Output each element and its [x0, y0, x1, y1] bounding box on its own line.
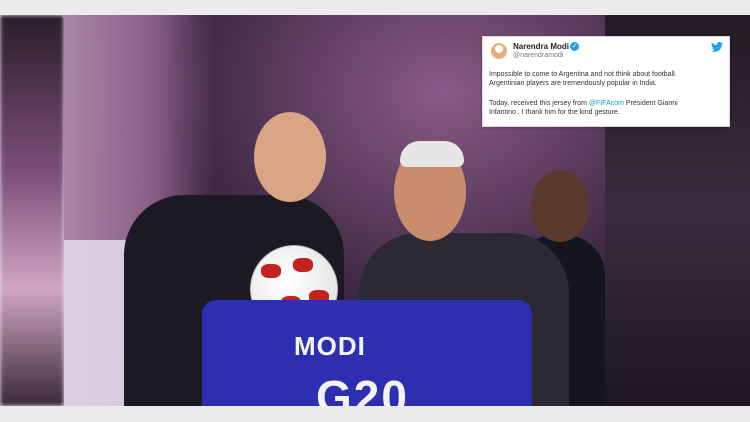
- tweet-text-line2: Argentinian players are tremendously pop…: [489, 80, 657, 87]
- tweet-author[interactable]: Narendra Modi: [513, 42, 569, 51]
- jersey-number: G20: [316, 371, 409, 406]
- tweet-text-line1: Impossible to come to Argentina and not …: [489, 71, 677, 78]
- verified-badge-icon: ✓: [570, 42, 579, 51]
- person-left-head: [254, 112, 326, 202]
- blurred-left-edge: [0, 15, 64, 406]
- person-center-hair: [400, 141, 464, 167]
- jersey-name: MODI: [294, 331, 366, 361]
- tweet-text-line3-prefix: Today, received this jersey from: [489, 100, 589, 107]
- twitter-bird-icon[interactable]: [711, 42, 723, 52]
- tweet-text-line3: Today, received this jersey from @FIFAco…: [489, 99, 678, 108]
- twitter-bird-glyph: [711, 42, 723, 52]
- tweet-text-line3-suffix: President Gianni: [623, 100, 678, 107]
- tweet-card[interactable]: Narendra Modi ✓ @narendramodi Impossible…: [482, 36, 730, 127]
- screenshot-frame: MODI G20 Narendra Modi ✓ @narendramodi I…: [0, 0, 750, 422]
- ball-patch: [261, 264, 281, 278]
- tweet-handle[interactable]: @narendramodi: [513, 52, 563, 59]
- person-right-head: [531, 170, 589, 242]
- ball-patch: [293, 258, 313, 272]
- avatar[interactable]: [491, 43, 507, 59]
- tweet-text-line4: Infantino . I thank him for the kind ges…: [489, 109, 620, 116]
- mention-link[interactable]: @FIFAcom: [589, 100, 624, 107]
